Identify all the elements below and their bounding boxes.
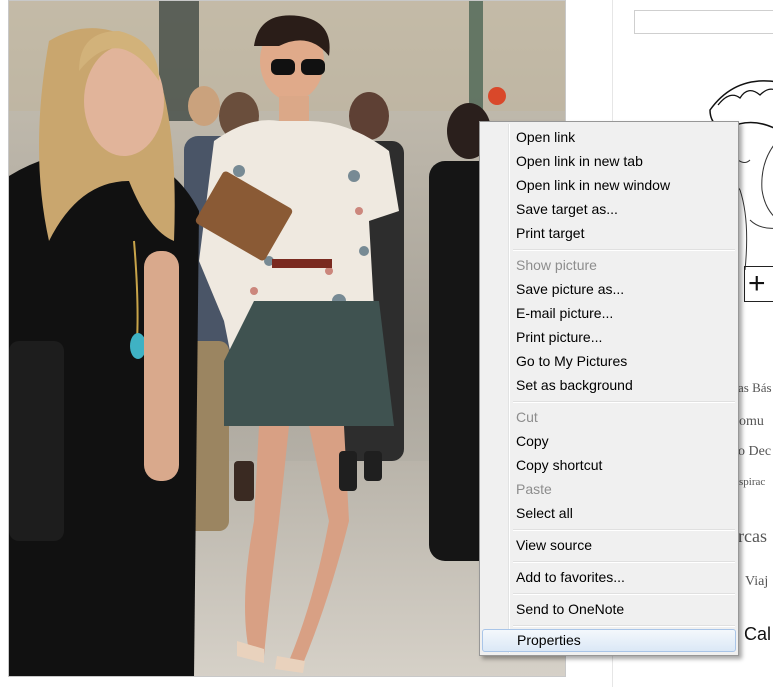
menu-item-save-picture-as[interactable]: Save picture as... [482,278,736,301]
menu-item-open-link-new-tab[interactable]: Open link in new tab [482,150,736,173]
sidebar-snippet: spirac [739,476,766,488]
menu-item-show-picture[interactable]: Show picture [482,254,736,277]
menu-separator [513,529,735,531]
menu-separator [513,625,735,627]
menu-item-copy-shortcut[interactable]: Copy shortcut [482,454,736,477]
menu-item-print-picture[interactable]: Print picture... [482,326,736,349]
menu-item-open-link[interactable]: Open link [482,126,736,149]
menu-separator [513,561,735,563]
menu-item-go-to-my-pictures[interactable]: Go to My Pictures [482,350,736,373]
sidebar-snippet: o Dec [738,444,772,459]
menu-item-save-target-as[interactable]: Save target as... [482,198,736,221]
context-menu: Open link Open link in new tab Open link… [479,121,739,656]
sidebar-snippet: as Bás [738,380,772,395]
sidebar-snippet: omu [739,414,764,429]
menu-item-add-to-favorites[interactable]: Add to favorites... [482,566,736,589]
menu-item-open-link-new-window[interactable]: Open link in new window [482,174,736,197]
menu-item-view-source[interactable]: View source [482,534,736,557]
menu-item-print-target[interactable]: Print target [482,222,736,245]
menu-item-select-all[interactable]: Select all [482,502,736,525]
sidebar-snippet: rcas [738,526,767,546]
sidebar-cal-heading: Cal [744,624,772,644]
menu-item-set-as-background[interactable]: Set as background [482,374,736,397]
menu-item-send-to-onenote[interactable]: Send to OneNote [482,598,736,621]
menu-separator [513,249,735,251]
menu-separator [513,593,735,595]
menu-item-email-picture[interactable]: E-mail picture... [482,302,736,325]
sidebar-snippet: Viaj [745,574,769,589]
menu-item-properties[interactable]: Properties [482,629,736,652]
search-input[interactable] [634,10,773,34]
menu-item-cut[interactable]: Cut [482,406,736,429]
menu-item-paste[interactable]: Paste [482,478,736,501]
menu-item-copy[interactable]: Copy [482,430,736,453]
menu-separator [513,401,735,403]
plus-icon-frame [744,266,773,302]
